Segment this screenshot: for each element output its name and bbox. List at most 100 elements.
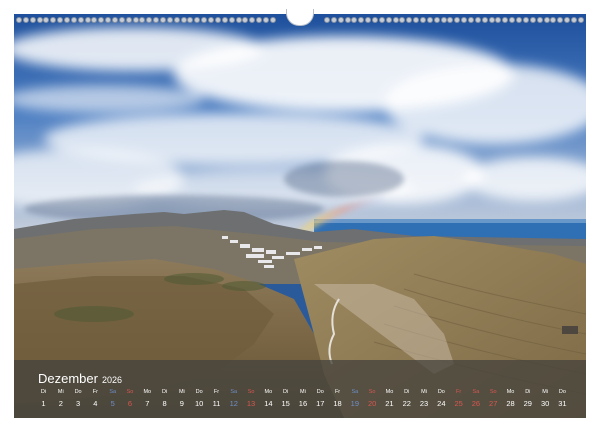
binding-hole <box>365 17 372 23</box>
day-cell: Do 17 <box>313 389 328 408</box>
binding-hole <box>557 17 564 23</box>
binding-hole <box>420 17 427 23</box>
month-title: Dezember 2026 <box>38 371 122 386</box>
day-cell: Sa 5 <box>105 389 120 408</box>
day-number: 13 <box>246 398 256 408</box>
weekday-label: Mo <box>143 389 152 395</box>
binding-hole <box>522 17 529 23</box>
weekday-label: So <box>368 389 376 395</box>
weekday-label: So <box>126 389 134 395</box>
day-cell: Do 10 <box>192 389 207 408</box>
weekday-label: Mi <box>57 389 64 395</box>
day-number: 27 <box>489 398 498 408</box>
binding-hole <box>84 17 91 23</box>
month-strip: Dezember 2026 Di 1 Mi 2 Do 3 Fr 4 Sa 5 So 6 Mo 7 Di 8 Mi 9… <box>14 360 586 418</box>
day-number: 10 <box>195 398 204 408</box>
day-cell: Di 15 <box>278 389 293 407</box>
binding-hole <box>214 17 221 23</box>
weekday-label: Di <box>40 389 47 395</box>
binding-hole <box>495 17 502 23</box>
day-number: 14 <box>264 398 273 408</box>
day-number: 7 <box>145 398 150 408</box>
calendar-page: Dezember 2026 Di 1 Mi 2 Do 3 Fr 4 Sa 5 So 6 Mo 7 Di 8 Mi 9… <box>0 0 600 432</box>
day-cell: Mi 16 <box>295 389 310 408</box>
binding-hole <box>564 17 571 23</box>
day-cell: Sa 19 <box>347 389 362 408</box>
weekday-label: Mo <box>264 389 273 395</box>
day-cell: Di 22 <box>399 389 414 408</box>
weekday-label: Mi <box>421 389 427 395</box>
weekday-label: Sa <box>109 389 117 395</box>
weekday-label: Do <box>558 389 566 395</box>
day-number: 3 <box>76 398 81 408</box>
day-number: 4 <box>93 398 98 408</box>
day-cell: Mo 28 <box>503 389 518 407</box>
binding-hole <box>57 17 64 23</box>
weekday-label: So <box>247 389 255 395</box>
day-number: 22 <box>402 398 411 408</box>
binding-hole <box>536 17 543 23</box>
day-cell: Mi 23 <box>417 389 432 407</box>
binding-hole <box>153 17 160 23</box>
day-cell: Mo 21 <box>382 389 397 407</box>
weekday-label: Fr <box>92 389 98 395</box>
binding-hole <box>235 17 242 23</box>
day-cell: So 20 <box>365 389 380 407</box>
binding-hole <box>132 17 139 23</box>
landscape-photo <box>14 14 586 418</box>
binding-hole <box>139 17 146 23</box>
day-cell: Do 24 <box>434 389 449 407</box>
binding-hole <box>77 17 84 23</box>
binding-hole <box>447 17 454 23</box>
day-number: 2 <box>58 398 63 408</box>
binding-hole <box>160 17 167 23</box>
weekday-label: Do <box>74 389 82 395</box>
binding-hole <box>166 17 173 23</box>
day-cell: Fr 4 <box>88 389 103 408</box>
day-cell: Di 29 <box>520 389 535 407</box>
weekday-label: Di <box>161 389 168 395</box>
binding-hole <box>105 17 112 23</box>
binding-hole <box>385 17 392 23</box>
binding-hole <box>488 17 495 23</box>
binding-hole <box>262 17 269 23</box>
binding-hole <box>50 17 57 23</box>
weekday-label: Fr <box>456 389 462 395</box>
binding-hole <box>440 17 447 23</box>
day-number: 16 <box>298 398 308 408</box>
binding-hole <box>481 17 488 23</box>
binding-hole <box>36 17 43 23</box>
binding-hole <box>433 17 440 23</box>
day-number: 17 <box>316 398 325 408</box>
day-number: 6 <box>127 398 133 408</box>
day-number: 19 <box>350 398 360 408</box>
day-cell: Mo 14 <box>261 389 276 408</box>
day-number: 31 <box>558 398 567 408</box>
binding-holes-left <box>14 17 278 23</box>
binding-hole <box>228 17 235 23</box>
binding-hole <box>337 17 344 23</box>
weekday-label: So <box>489 389 497 395</box>
binding-hole <box>146 17 153 23</box>
binding-hole <box>16 17 22 23</box>
day-number: 5 <box>110 398 115 408</box>
binding-hole <box>570 17 577 23</box>
day-number: 11 <box>212 398 221 408</box>
day-number: 9 <box>179 398 184 408</box>
day-cell: Mi 9 <box>174 389 189 408</box>
binding-hole <box>91 17 98 23</box>
weekday-label: Do <box>437 389 445 395</box>
day-number: 18 <box>333 398 342 408</box>
binding-hole <box>461 17 468 23</box>
month-name: Dezember <box>38 371 98 386</box>
binding-hole <box>242 17 249 23</box>
day-cell: So 13 <box>244 389 259 408</box>
binding-hole <box>509 17 516 23</box>
binding-hole <box>543 17 550 23</box>
binding-hole <box>180 17 187 23</box>
binding-hole <box>201 17 208 23</box>
binding-hole <box>43 17 50 23</box>
binding-hole <box>187 17 194 23</box>
binding-hole <box>516 17 523 23</box>
hanger-hole <box>286 8 314 26</box>
